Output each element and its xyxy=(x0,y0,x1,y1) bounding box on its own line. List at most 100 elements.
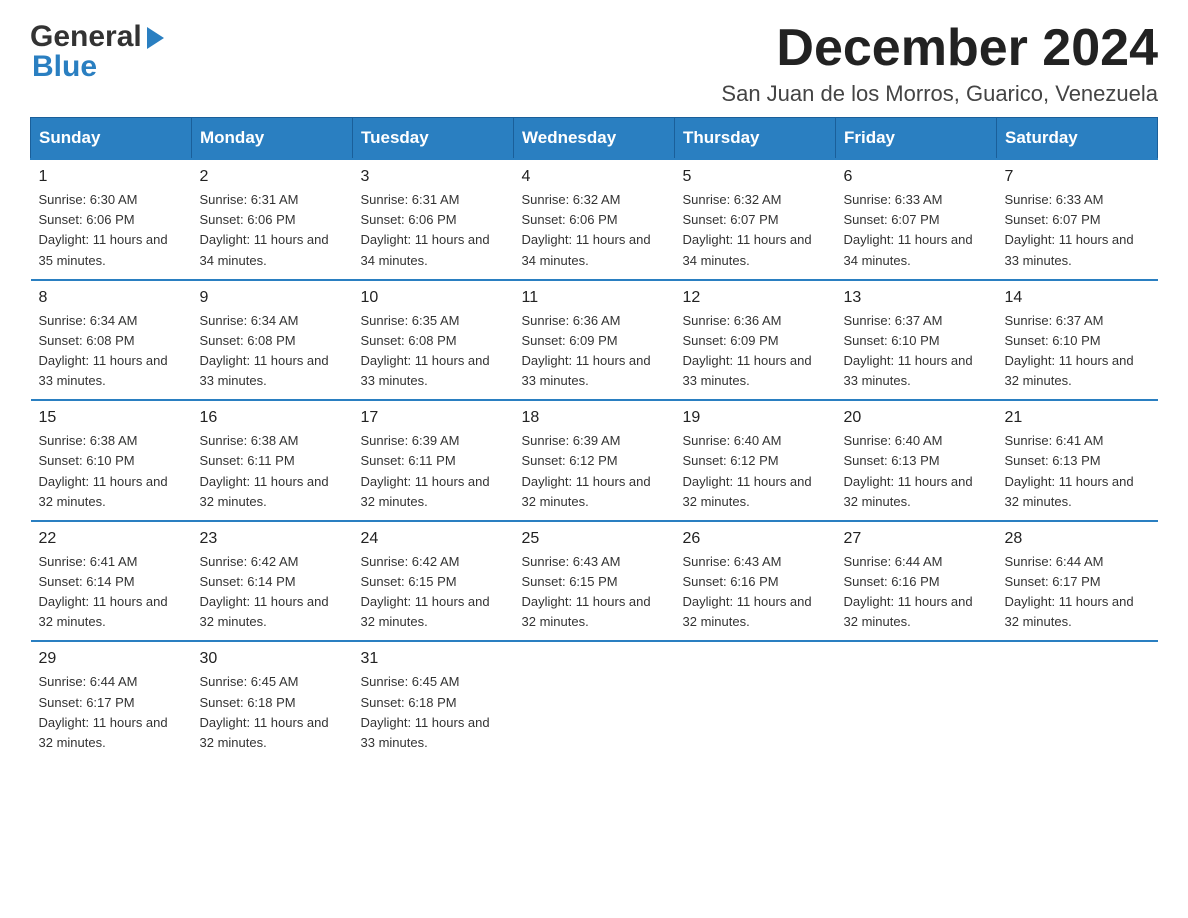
calendar-day-cell xyxy=(675,641,836,761)
day-sunset: Sunset: 6:13 PM xyxy=(844,451,989,471)
logo-general-text: General xyxy=(30,20,142,54)
day-sunrise: Sunrise: 6:40 AM xyxy=(683,431,828,451)
day-sunrise: Sunrise: 6:31 AM xyxy=(361,190,506,210)
day-daylight: Daylight: 11 hours and 32 minutes. xyxy=(200,713,345,753)
day-sunrise: Sunrise: 6:37 AM xyxy=(844,311,989,331)
col-thursday: Thursday xyxy=(675,118,836,160)
day-daylight: Daylight: 11 hours and 34 minutes. xyxy=(522,230,667,270)
col-wednesday: Wednesday xyxy=(514,118,675,160)
day-sunset: Sunset: 6:14 PM xyxy=(200,572,345,592)
calendar-day-cell: 20 Sunrise: 6:40 AM Sunset: 6:13 PM Dayl… xyxy=(836,400,997,521)
calendar-day-cell: 15 Sunrise: 6:38 AM Sunset: 6:10 PM Dayl… xyxy=(31,400,192,521)
day-sunrise: Sunrise: 6:38 AM xyxy=(200,431,345,451)
day-daylight: Daylight: 11 hours and 32 minutes. xyxy=(522,592,667,632)
day-number: 17 xyxy=(361,409,506,427)
day-daylight: Daylight: 11 hours and 33 minutes. xyxy=(361,713,506,753)
day-sunrise: Sunrise: 6:36 AM xyxy=(683,311,828,331)
day-sunrise: Sunrise: 6:41 AM xyxy=(1005,431,1150,451)
day-sunset: Sunset: 6:07 PM xyxy=(1005,210,1150,230)
day-sunset: Sunset: 6:17 PM xyxy=(39,693,184,713)
day-daylight: Daylight: 11 hours and 32 minutes. xyxy=(1005,472,1150,512)
title-block: December 2024 San Juan de los Morros, Gu… xyxy=(721,20,1158,107)
calendar-day-cell: 18 Sunrise: 6:39 AM Sunset: 6:12 PM Dayl… xyxy=(514,400,675,521)
day-daylight: Daylight: 11 hours and 32 minutes. xyxy=(39,472,184,512)
day-number: 24 xyxy=(361,530,506,548)
day-sunrise: Sunrise: 6:44 AM xyxy=(844,552,989,572)
day-number: 1 xyxy=(39,168,184,186)
day-daylight: Daylight: 11 hours and 32 minutes. xyxy=(39,592,184,632)
day-number: 11 xyxy=(522,289,667,307)
day-daylight: Daylight: 11 hours and 34 minutes. xyxy=(361,230,506,270)
day-number: 18 xyxy=(522,409,667,427)
calendar-day-cell: 3 Sunrise: 6:31 AM Sunset: 6:06 PM Dayli… xyxy=(353,159,514,280)
day-sunset: Sunset: 6:06 PM xyxy=(361,210,506,230)
day-sunset: Sunset: 6:08 PM xyxy=(200,331,345,351)
day-sunset: Sunset: 6:07 PM xyxy=(683,210,828,230)
day-sunrise: Sunrise: 6:34 AM xyxy=(39,311,184,331)
calendar-day-cell: 1 Sunrise: 6:30 AM Sunset: 6:06 PM Dayli… xyxy=(31,159,192,280)
day-sunrise: Sunrise: 6:32 AM xyxy=(683,190,828,210)
logo-arrow-icon xyxy=(147,27,164,49)
calendar-week-3: 15 Sunrise: 6:38 AM Sunset: 6:10 PM Dayl… xyxy=(31,400,1158,521)
day-daylight: Daylight: 11 hours and 32 minutes. xyxy=(1005,592,1150,632)
day-sunset: Sunset: 6:08 PM xyxy=(361,331,506,351)
day-sunset: Sunset: 6:09 PM xyxy=(683,331,828,351)
day-sunset: Sunset: 6:16 PM xyxy=(683,572,828,592)
day-number: 9 xyxy=(200,289,345,307)
calendar-day-cell: 21 Sunrise: 6:41 AM Sunset: 6:13 PM Dayl… xyxy=(997,400,1158,521)
calendar-day-cell: 23 Sunrise: 6:42 AM Sunset: 6:14 PM Dayl… xyxy=(192,521,353,642)
day-sunset: Sunset: 6:12 PM xyxy=(683,451,828,471)
calendar-day-cell: 28 Sunrise: 6:44 AM Sunset: 6:17 PM Dayl… xyxy=(997,521,1158,642)
day-sunrise: Sunrise: 6:44 AM xyxy=(1005,552,1150,572)
day-daylight: Daylight: 11 hours and 32 minutes. xyxy=(361,472,506,512)
day-sunrise: Sunrise: 6:44 AM xyxy=(39,672,184,692)
day-sunrise: Sunrise: 6:42 AM xyxy=(200,552,345,572)
day-number: 7 xyxy=(1005,168,1150,186)
day-sunset: Sunset: 6:16 PM xyxy=(844,572,989,592)
calendar-day-cell: 16 Sunrise: 6:38 AM Sunset: 6:11 PM Dayl… xyxy=(192,400,353,521)
day-sunset: Sunset: 6:18 PM xyxy=(200,693,345,713)
day-sunrise: Sunrise: 6:45 AM xyxy=(200,672,345,692)
day-daylight: Daylight: 11 hours and 32 minutes. xyxy=(200,472,345,512)
day-sunset: Sunset: 6:09 PM xyxy=(522,331,667,351)
day-number: 10 xyxy=(361,289,506,307)
calendar-day-cell xyxy=(514,641,675,761)
day-number: 5 xyxy=(683,168,828,186)
col-tuesday: Tuesday xyxy=(353,118,514,160)
day-daylight: Daylight: 11 hours and 34 minutes. xyxy=(200,230,345,270)
day-sunrise: Sunrise: 6:38 AM xyxy=(39,431,184,451)
calendar-day-cell: 22 Sunrise: 6:41 AM Sunset: 6:14 PM Dayl… xyxy=(31,521,192,642)
day-daylight: Daylight: 11 hours and 32 minutes. xyxy=(1005,351,1150,391)
day-sunset: Sunset: 6:13 PM xyxy=(1005,451,1150,471)
calendar-week-5: 29 Sunrise: 6:44 AM Sunset: 6:17 PM Dayl… xyxy=(31,641,1158,761)
day-daylight: Daylight: 11 hours and 32 minutes. xyxy=(844,592,989,632)
day-number: 31 xyxy=(361,650,506,668)
day-sunrise: Sunrise: 6:33 AM xyxy=(1005,190,1150,210)
day-daylight: Daylight: 11 hours and 32 minutes. xyxy=(39,713,184,753)
day-daylight: Daylight: 11 hours and 32 minutes. xyxy=(683,472,828,512)
day-sunset: Sunset: 6:17 PM xyxy=(1005,572,1150,592)
day-sunrise: Sunrise: 6:42 AM xyxy=(361,552,506,572)
calendar-day-cell: 13 Sunrise: 6:37 AM Sunset: 6:10 PM Dayl… xyxy=(836,280,997,401)
day-sunset: Sunset: 6:08 PM xyxy=(39,331,184,351)
calendar-day-cell: 12 Sunrise: 6:36 AM Sunset: 6:09 PM Dayl… xyxy=(675,280,836,401)
day-sunset: Sunset: 6:15 PM xyxy=(522,572,667,592)
day-daylight: Daylight: 11 hours and 34 minutes. xyxy=(683,230,828,270)
day-sunset: Sunset: 6:14 PM xyxy=(39,572,184,592)
calendar-day-cell: 9 Sunrise: 6:34 AM Sunset: 6:08 PM Dayli… xyxy=(192,280,353,401)
day-number: 16 xyxy=(200,409,345,427)
day-number: 8 xyxy=(39,289,184,307)
day-daylight: Daylight: 11 hours and 33 minutes. xyxy=(683,351,828,391)
calendar-day-cell: 5 Sunrise: 6:32 AM Sunset: 6:07 PM Dayli… xyxy=(675,159,836,280)
day-number: 22 xyxy=(39,530,184,548)
day-number: 30 xyxy=(200,650,345,668)
day-sunrise: Sunrise: 6:40 AM xyxy=(844,431,989,451)
calendar-day-cell: 19 Sunrise: 6:40 AM Sunset: 6:12 PM Dayl… xyxy=(675,400,836,521)
day-sunrise: Sunrise: 6:45 AM xyxy=(361,672,506,692)
calendar-day-cell: 29 Sunrise: 6:44 AM Sunset: 6:17 PM Dayl… xyxy=(31,641,192,761)
calendar-day-cell xyxy=(836,641,997,761)
logo-blue-text: Blue xyxy=(30,50,97,84)
calendar-day-cell: 26 Sunrise: 6:43 AM Sunset: 6:16 PM Dayl… xyxy=(675,521,836,642)
day-daylight: Daylight: 11 hours and 33 minutes. xyxy=(39,351,184,391)
day-sunset: Sunset: 6:07 PM xyxy=(844,210,989,230)
